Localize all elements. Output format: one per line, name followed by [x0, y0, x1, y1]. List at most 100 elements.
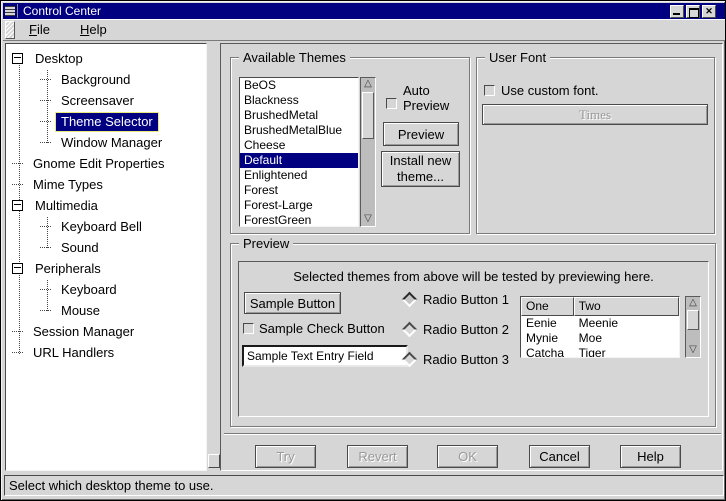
available-themes-frame-title: Available Themes [239, 50, 350, 65]
window-menu-icon[interactable] [3, 4, 18, 18]
maximize-button[interactable] [686, 5, 700, 18]
sidebar-item-keyboard[interactable]: Keyboard [6, 279, 206, 300]
try-button: Try [255, 445, 316, 468]
radio-button-3[interactable]: Radio Button 3 [402, 351, 509, 367]
sidebar-item-multimedia[interactable]: Multimedia [6, 195, 206, 216]
cancel-button[interactable]: Cancel [529, 445, 590, 468]
sidebar-item-label: Background [56, 71, 135, 89]
menu-help[interactable]: Help [72, 20, 115, 39]
use-custom-font-checkbox[interactable] [484, 85, 495, 96]
table-header-cell[interactable]: One [521, 297, 574, 316]
tree-connector-stub [12, 352, 23, 354]
sample-button[interactable]: Sample Button [244, 292, 341, 314]
radio-icon [402, 351, 418, 367]
theme-item-default[interactable]: Default [240, 153, 358, 168]
pane-resize-handle[interactable] [208, 454, 220, 468]
sidebar-item-label: Keyboard [56, 281, 122, 299]
theme-item-forestgreen[interactable]: ForestGreen [240, 213, 358, 227]
sidebar-item-peripherals[interactable]: Peripherals [6, 258, 206, 279]
table-header-cell[interactable]: Two [574, 297, 679, 316]
sidebar-item-background[interactable]: Background [6, 69, 206, 90]
menubar-drag-handle-icon[interactable] [5, 21, 15, 39]
sidebar-item-theme-selector[interactable]: Theme Selector [6, 111, 206, 132]
sample-text-entry[interactable] [242, 345, 408, 367]
revert-button: Revert [347, 445, 408, 468]
sidebar-item-label: Multimedia [30, 197, 103, 215]
menu-file[interactable]: File [21, 20, 58, 39]
auto-preview-checkbox[interactable] [386, 98, 397, 109]
sample-table-scrollbar[interactable]: △ ▽ [685, 296, 701, 358]
minimize-button[interactable] [670, 5, 684, 18]
tree-connector-stub [40, 289, 51, 291]
available-themes-frame: Available Themes BeOSBlacknessBrushedMet… [230, 57, 470, 234]
sample-check-row[interactable]: Sample Check Button [243, 321, 385, 336]
radio-label: Radio Button 2 [423, 322, 509, 337]
tree-connector-stub [12, 163, 23, 165]
scrollbar-thumb[interactable] [362, 92, 374, 139]
sidebar-item-label: URL Handlers [28, 344, 119, 362]
close-button[interactable]: ✕ [702, 5, 716, 18]
sidebar-item-label: Mouse [56, 302, 105, 320]
sidebar-item-desktop[interactable]: Desktop [6, 48, 206, 69]
table-header-row: OneTwo [521, 297, 679, 316]
sidebar-item-sound[interactable]: Sound [6, 237, 206, 258]
scroll-down-icon[interactable]: ▽ [686, 344, 700, 357]
tree-expander-minus-icon[interactable] [12, 200, 23, 211]
sidebar-item-session-manager[interactable]: Session Manager [6, 321, 206, 342]
use-custom-font-label: Use custom font. [501, 83, 599, 98]
radio-icon [402, 291, 418, 307]
theme-list-scrollbar[interactable]: △ ▽ [360, 77, 376, 227]
sidebar-item-mouse[interactable]: Mouse [6, 300, 206, 321]
sidebar-item-window-manager[interactable]: Window Manager [6, 132, 206, 153]
scrollbar-thumb[interactable] [687, 310, 699, 330]
preview-area: Selected themes from above will be teste… [238, 261, 709, 417]
theme-item-blackness[interactable]: Blackness [240, 93, 358, 108]
preview-frame: Preview Selected themes from above will … [230, 243, 716, 427]
theme-item-beos[interactable]: BeOS [240, 78, 358, 93]
table-cell: Eenie [521, 316, 574, 331]
sidebar-item-mime-types[interactable]: Mime Types [6, 174, 206, 195]
user-font-frame: User Font Use custom font. Times [476, 57, 715, 234]
theme-item-cheese[interactable]: Cheese [240, 138, 358, 153]
sidebar-item-label: Window Manager [56, 134, 167, 152]
tree-expander-minus-icon[interactable] [12, 53, 23, 64]
table-row[interactable]: EenieMeenie [521, 316, 679, 331]
theme-list: BeOSBlacknessBrushedMetalBrushedMetalBlu… [239, 77, 359, 227]
theme-item-forest-large[interactable]: Forest-Large [240, 198, 358, 213]
scroll-up-icon[interactable]: △ [361, 78, 375, 91]
minimize-icon [673, 13, 680, 15]
sidebar-item-gnome-edit-properties[interactable]: Gnome Edit Properties [6, 153, 206, 174]
sidebar-item-keyboard-bell[interactable]: Keyboard Bell [6, 216, 206, 237]
theme-item-forest[interactable]: Forest [240, 183, 358, 198]
theme-item-brushedmetal[interactable]: BrushedMetal [240, 108, 358, 123]
sidebar-item-screensaver[interactable]: Screensaver [6, 90, 206, 111]
preview-button[interactable]: Preview [383, 122, 459, 146]
capplet-tree: Desktop Background Screensaver Theme Select… [5, 43, 207, 471]
radio-label: Radio Button 1 [423, 292, 509, 307]
theme-item-enlightened[interactable]: Enlightened [240, 168, 358, 183]
tree-connector-stub [40, 121, 51, 123]
table-row[interactable]: MynieMoe [521, 331, 679, 346]
tree-connector-stub [40, 310, 51, 312]
help-button[interactable]: Help [620, 445, 681, 468]
table-cell: Meenie [574, 316, 679, 331]
sample-table: OneTwoEenieMeenieMynieMoeCatchaTiger [520, 296, 680, 358]
pane-divider[interactable] [208, 43, 220, 471]
install-new-theme-button[interactable]: Install new theme... [381, 151, 460, 187]
sample-checkbox[interactable] [243, 323, 254, 334]
scroll-up-icon[interactable]: △ [686, 297, 700, 310]
radio-button-1[interactable]: Radio Button 1 [402, 291, 509, 307]
sidebar-item-label: Theme Selector [56, 113, 158, 131]
sidebar-item-label: Gnome Edit Properties [28, 155, 170, 173]
user-font-frame-title: User Font [485, 50, 550, 65]
theme-item-brushedmetalblue[interactable]: BrushedMetalBlue [240, 123, 358, 138]
sidebar-item-url-handlers[interactable]: URL Handlers [6, 342, 206, 363]
ok-button: OK [437, 445, 498, 468]
scroll-down-icon[interactable]: ▽ [361, 213, 375, 226]
radio-button-2[interactable]: Radio Button 2 [402, 321, 509, 337]
tree-expander-minus-icon[interactable] [12, 263, 23, 274]
sidebar-item-label: Screensaver [56, 92, 139, 110]
theme-selector-panel: Available Themes BeOSBlacknessBrushedMet… [220, 43, 723, 471]
table-row[interactable]: CatchaTiger [521, 346, 679, 358]
sidebar-item-label: Keyboard Bell [56, 218, 147, 236]
